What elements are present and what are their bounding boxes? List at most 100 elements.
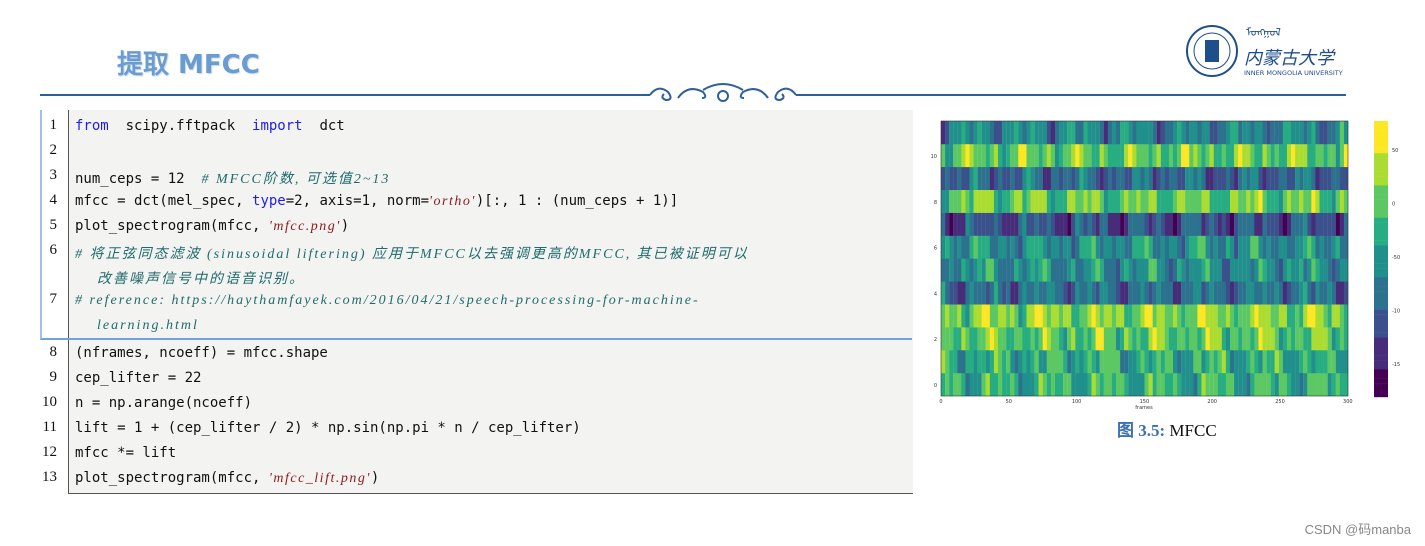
heatmap-cell bbox=[961, 258, 966, 282]
heatmap-cell bbox=[1181, 372, 1186, 397]
heatmap-cell bbox=[1054, 212, 1060, 236]
heatmap-cell bbox=[1193, 212, 1198, 236]
heatmap-cell bbox=[1022, 281, 1027, 305]
heatmap-cell bbox=[1205, 258, 1210, 282]
heatmap-cell bbox=[973, 258, 978, 282]
heatmap-cell bbox=[1042, 212, 1047, 236]
caption-label: 图 3.5: bbox=[1117, 421, 1166, 440]
heatmap-cell bbox=[1258, 304, 1263, 328]
heatmap-cell bbox=[1067, 281, 1072, 305]
heatmap-cell bbox=[1221, 304, 1227, 328]
heatmap-cell bbox=[1225, 235, 1231, 259]
heatmap-cell bbox=[1046, 166, 1052, 190]
heatmap-cell bbox=[1124, 350, 1129, 374]
heatmap-cell bbox=[1213, 235, 1218, 259]
heatmap-cell bbox=[1063, 166, 1068, 190]
heatmap-cell bbox=[981, 212, 986, 236]
heatmap-cell bbox=[1054, 143, 1060, 168]
heatmap-cell bbox=[949, 304, 954, 328]
heatmap-cell bbox=[1054, 327, 1060, 351]
heatmap-cell bbox=[969, 327, 974, 351]
heatmap-cell bbox=[1116, 304, 1121, 328]
heatmap-cell bbox=[1274, 281, 1279, 305]
heatmap-cell bbox=[1083, 189, 1088, 213]
heatmap-cell bbox=[941, 258, 946, 282]
heatmap-cell bbox=[1201, 350, 1206, 374]
heatmap-cell bbox=[1295, 212, 1300, 236]
heatmap-cell bbox=[1148, 281, 1153, 305]
mfcc-figure: 0501001502002503000246810500-50-100-150f… bbox=[931, 120, 1400, 411]
heatmap-cell bbox=[1002, 281, 1007, 305]
heatmap-cell bbox=[1152, 327, 1157, 351]
heatmap-cell bbox=[989, 304, 995, 328]
heatmap-cell bbox=[1254, 372, 1259, 397]
heatmap-cell bbox=[1250, 258, 1255, 282]
colorbar-segment bbox=[1374, 121, 1388, 126]
heatmap-cell bbox=[1144, 166, 1149, 190]
heatmap-cell bbox=[1181, 189, 1186, 213]
y-tick-label: 0 bbox=[934, 383, 937, 389]
heatmap-cell bbox=[1197, 281, 1202, 305]
heatmap-cell bbox=[965, 143, 970, 168]
heatmap-cell bbox=[1319, 350, 1324, 374]
heatmap-cell bbox=[1111, 258, 1117, 282]
heatmap-cell bbox=[1278, 372, 1284, 397]
heatmap-cell bbox=[1177, 258, 1182, 282]
heatmap-cell bbox=[1038, 372, 1043, 397]
heatmap-cell bbox=[1018, 304, 1023, 328]
colorbar bbox=[1374, 121, 1388, 398]
heatmap-cell bbox=[1087, 327, 1092, 351]
heatmap-cell bbox=[1059, 372, 1064, 397]
colorbar-segment bbox=[1374, 351, 1388, 356]
heatmap-cell bbox=[1311, 143, 1316, 168]
heatmap-cell bbox=[969, 372, 974, 397]
heatmap-cell bbox=[1286, 327, 1292, 351]
heatmap-cell bbox=[1063, 258, 1068, 282]
heatmap-cell bbox=[1335, 281, 1340, 305]
heatmap-cell bbox=[1091, 304, 1096, 328]
heatmap-cell bbox=[1250, 235, 1255, 259]
heatmap-cell bbox=[1221, 189, 1227, 213]
heatmap-cell bbox=[1299, 258, 1304, 282]
heatmap-cell bbox=[1067, 121, 1072, 145]
x-tick-label: 200 bbox=[1207, 399, 1217, 405]
heatmap-cell bbox=[1091, 189, 1096, 213]
heatmap-cell bbox=[1258, 281, 1263, 305]
heatmap-cell bbox=[1213, 143, 1218, 168]
heatmap-cell bbox=[1331, 281, 1336, 305]
colorbar-segment bbox=[1374, 203, 1388, 209]
heatmap-cell bbox=[1128, 143, 1133, 168]
heatmap-cell bbox=[1152, 350, 1157, 374]
heatmap-cell bbox=[949, 235, 954, 259]
heatmap-cell bbox=[1331, 372, 1336, 397]
heatmap-cell bbox=[1063, 281, 1068, 305]
heatmap-cell bbox=[941, 304, 946, 328]
heatmap-cell bbox=[1107, 304, 1113, 328]
heatmap-cell bbox=[981, 281, 986, 305]
heatmap-cell bbox=[1327, 212, 1332, 236]
heatmap-cell bbox=[1327, 372, 1332, 397]
heatmap-cell bbox=[1140, 372, 1145, 397]
heatmap-cell bbox=[1002, 212, 1007, 236]
heatmap-cell bbox=[1315, 372, 1320, 397]
heatmap-cell bbox=[1307, 212, 1312, 236]
heatmap-cell bbox=[1315, 235, 1320, 259]
heatmap-cell bbox=[1059, 143, 1064, 168]
heatmap-cell bbox=[953, 258, 958, 282]
heatmap-cell bbox=[1327, 143, 1332, 168]
heatmap-cell bbox=[941, 372, 946, 397]
code-token: (nframes, ncoeff) = mfcc.shape bbox=[75, 345, 328, 361]
heatmap-cell bbox=[1282, 304, 1288, 328]
heatmap-cell bbox=[1046, 212, 1052, 236]
svg-text:ᠮᠣᠩᠭᠣᠯ: ᠮᠣᠩᠭᠣᠯ bbox=[1246, 26, 1281, 39]
heatmap-cell bbox=[989, 258, 995, 282]
heatmap-cell bbox=[1002, 327, 1007, 351]
heatmap-cell bbox=[1217, 143, 1222, 168]
heatmap-cell bbox=[1307, 121, 1312, 145]
heatmap-cell bbox=[1160, 235, 1165, 259]
heatmap-cell bbox=[1018, 143, 1023, 168]
heatmap-cell bbox=[1266, 350, 1271, 374]
heatmap-cell bbox=[1311, 212, 1316, 236]
heatmap-cell bbox=[1014, 212, 1019, 236]
heatmap-cell bbox=[1270, 327, 1275, 351]
